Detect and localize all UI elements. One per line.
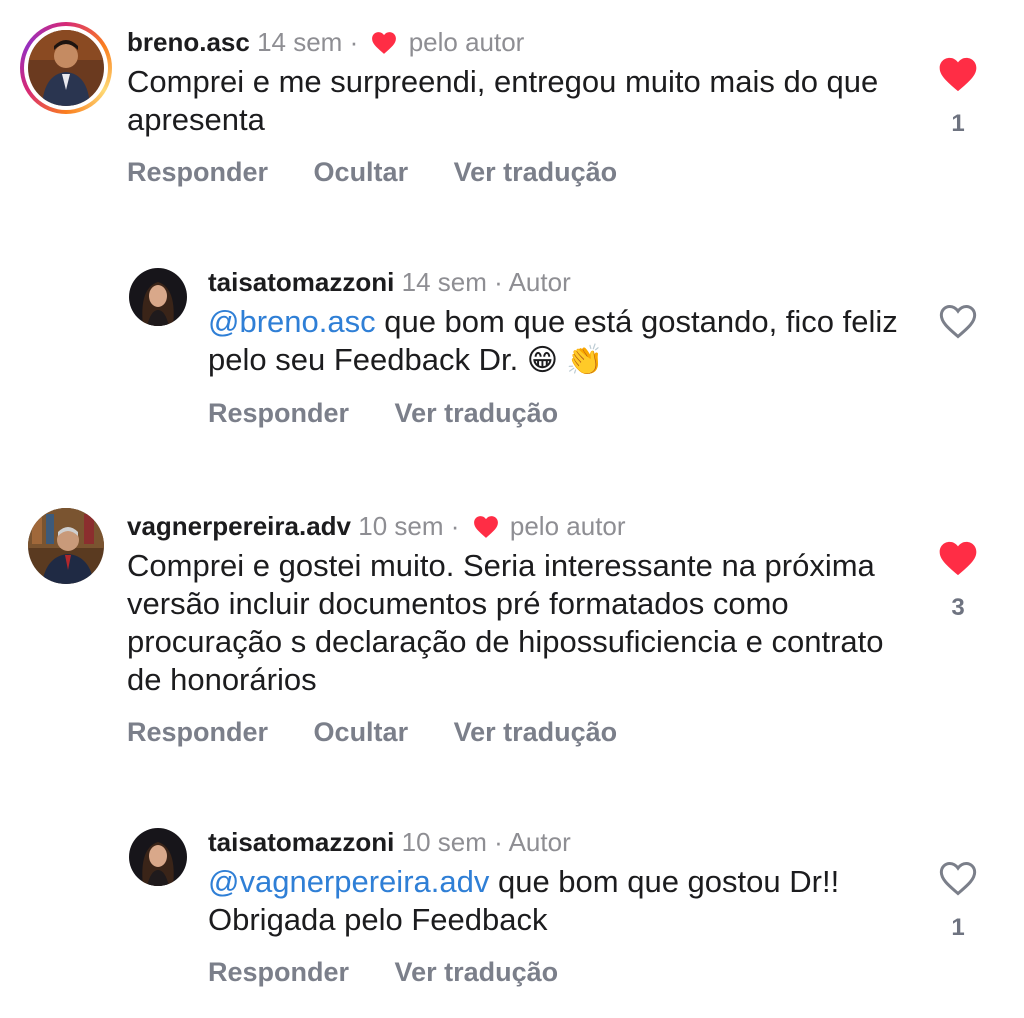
separator: · [494,827,503,857]
like-count: 3 [951,594,965,621]
comment-text: Comprei e me surpreendi, entregou muito … [127,64,879,137]
comment-time: 10 sem [401,827,487,857]
comment-text: @breno.asc que bom que está gostando, fi… [208,303,908,380]
see-translation-button[interactable]: Ver tradução [454,157,618,187]
reply-item: taisatomazzoni 14 sem · Autor @breno.asc… [0,240,1024,480]
comment-item: vagnerpereira.adv 10 sem · pelo autor Co… [0,480,1024,800]
like-heart-filled-icon[interactable] [938,56,978,93]
see-translation-button[interactable]: Ver tradução [395,398,559,428]
comment-time: 14 sem [257,27,343,57]
reply-button[interactable]: Responder [208,957,349,987]
comments-thread: breno.asc 14 sem · pelo autor Comprei e … [0,0,1024,1018]
avatar[interactable] [28,30,104,106]
avatar[interactable] [129,268,187,326]
avatar[interactable] [129,828,187,886]
mention-link[interactable]: @breno.asc [208,304,376,339]
like-heart-outline-icon[interactable] [938,860,978,897]
comment-item: breno.asc 14 sem · pelo autor Comprei e … [0,0,1024,240]
reply-button[interactable]: Responder [208,398,349,428]
liked-by-author-label: pelo autor [408,27,525,57]
comment-time: 14 sem [401,267,487,297]
heart-icon [372,32,397,54]
separator: · [494,267,503,297]
comment-username[interactable]: taisatomazzoni [208,827,394,857]
separator: · [450,511,460,541]
reply-item: taisatomazzoni 10 sem · Autor @vagnerper… [0,800,1024,1018]
hide-button[interactable]: Ocultar [314,717,409,747]
like-heart-outline-icon[interactable] [938,303,978,340]
story-ring[interactable] [20,22,112,114]
comment-text: Comprei e gostei muito. Seria interessan… [127,548,884,697]
hide-button[interactable]: Ocultar [314,157,409,187]
comment-username[interactable]: breno.asc [127,27,250,57]
reply-button[interactable]: Responder [127,717,268,747]
comment-time: 10 sem [358,511,444,541]
emoji-grin-clap: 😁 👏 [526,344,604,377]
see-translation-button[interactable]: Ver tradução [454,717,618,747]
like-heart-filled-icon[interactable] [938,540,978,577]
like-count: 1 [951,110,965,137]
comment-text: @vagnerpereira.adv que bom que gostou Dr… [208,863,908,939]
author-label: Autor [508,827,571,857]
mention-link[interactable]: @vagnerpereira.adv [208,864,489,899]
see-translation-button[interactable]: Ver tradução [395,957,559,987]
avatar[interactable] [28,508,104,584]
comment-username[interactable]: vagnerpereira.adv [127,511,351,541]
heart-icon [473,516,498,538]
liked-by-author-label: pelo autor [509,511,626,541]
like-count: 1 [951,914,965,941]
separator: · [349,27,359,57]
reply-button[interactable]: Responder [127,157,268,187]
author-label: Autor [508,267,571,297]
comment-username[interactable]: taisatomazzoni [208,267,394,297]
